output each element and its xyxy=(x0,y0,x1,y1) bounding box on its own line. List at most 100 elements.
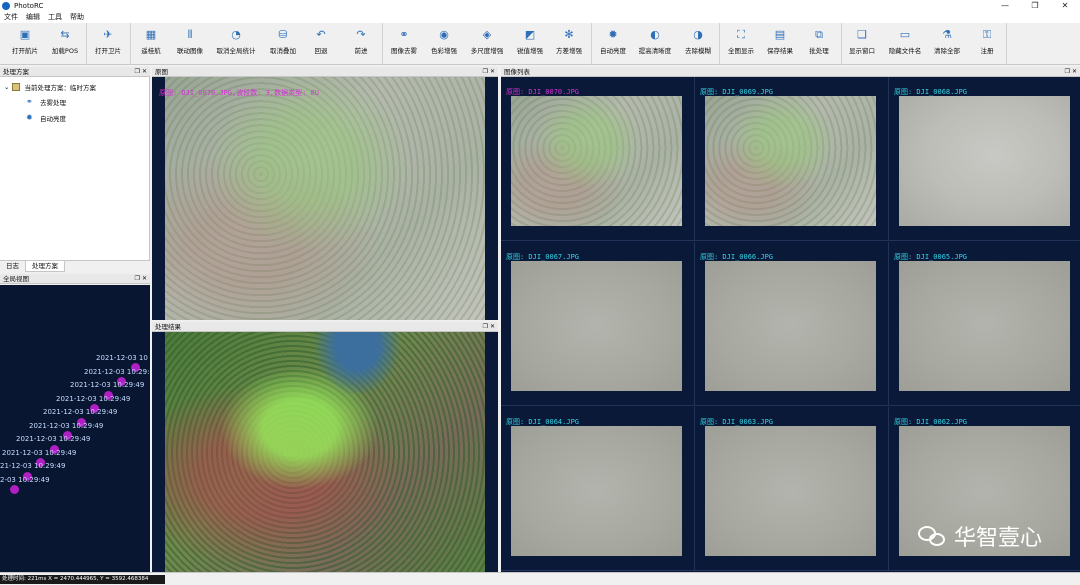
overview-panel-title: 全局视图 xyxy=(3,275,29,283)
clear-all-button[interactable]: ⚗ 清除全部 xyxy=(925,26,969,55)
save-icon: ▤ xyxy=(774,28,786,41)
undo-icon: ↶ xyxy=(316,28,326,41)
menu-tools[interactable]: 工具 xyxy=(44,12,66,23)
list-item[interactable]: 原图: DJI_0063.JPG xyxy=(695,407,889,571)
original-image-view[interactable]: 原图: DJI_0070.JPG,波段数: 3,数据类型: 8U xyxy=(152,77,498,320)
overview-point[interactable] xyxy=(10,485,19,494)
menu-bar: 文件 编辑 工具 帮助 xyxy=(0,12,1080,23)
hide-filename-button[interactable]: ▭ 隐藏文件名 xyxy=(883,26,927,55)
cancel-stats-button[interactable]: ◔ 取消全局统计 xyxy=(214,26,258,55)
deblur-icon: ◑ xyxy=(693,28,703,41)
deblur-button[interactable]: ◑ 去除模糊 xyxy=(676,26,720,55)
clarity-button[interactable]: ◐ 提高清晰度 xyxy=(633,26,677,55)
list-item[interactable]: 原图: DJI_0065.JPG xyxy=(889,242,1080,406)
list-item[interactable]: 原图: DJI_0066.JPG xyxy=(695,242,889,406)
brightness-icon: ✹ xyxy=(26,113,33,122)
open-photo-label: 打开航片 xyxy=(12,47,38,55)
list-panel-title: 图像列表 xyxy=(504,68,530,76)
auto-brightness-button[interactable]: ✹ 自动亮度 xyxy=(591,26,635,55)
wechat-icon xyxy=(917,524,948,548)
redo-button[interactable]: ↷ 前进 xyxy=(339,26,383,55)
panel-float-close-icon[interactable]: ❐ ✕ xyxy=(1065,67,1077,77)
load-pos-button[interactable]: ⇆ 加载POS xyxy=(43,26,87,55)
overview-view[interactable]: 2021-12-03 10 2021-12-03 10:29: 2021-12-… xyxy=(0,285,150,572)
undo-button[interactable]: ↶ 回退 xyxy=(299,26,343,55)
tab-log[interactable]: 日志 xyxy=(0,261,25,272)
panel-float-close-icon[interactable]: ❐ ✕ xyxy=(135,274,147,284)
list-item[interactable]: 原图: DJI_0064.JPG xyxy=(501,407,695,571)
overview-label: 2021-12-03 10:29:49 xyxy=(16,435,91,443)
close-button[interactable]: ✕ xyxy=(1050,0,1080,12)
scheme-icon xyxy=(12,83,21,91)
batch-button[interactable]: ⧉ 批处理 xyxy=(797,26,841,55)
dehaze-label: 图像去雾 xyxy=(391,47,417,55)
menu-file[interactable]: 文件 xyxy=(0,12,22,23)
show-window-button[interactable]: ❏ 显示窗口 xyxy=(840,26,884,55)
list-item[interactable]: 原图: DJI_0069.JPG xyxy=(695,77,889,241)
overview-label: 2021-12-03 10:29:49 xyxy=(29,422,104,430)
list-thumbnail xyxy=(511,426,682,556)
tab-scheme[interactable]: 处理方案 xyxy=(25,261,65,272)
panel-float-close-icon[interactable]: ❐ ✕ xyxy=(135,67,147,77)
minimize-button[interactable]: — xyxy=(990,0,1020,12)
result-image-view[interactable] xyxy=(152,332,498,572)
tree-item-brightness[interactable]: ✹ 自动亮度 xyxy=(26,113,66,124)
collapse-icon[interactable]: ⌄ xyxy=(4,83,9,91)
list-panel-header: 图像列表 ❐ ✕ xyxy=(501,67,1080,77)
list-item[interactable]: 原图: DJI_0068.JPG xyxy=(889,77,1080,241)
variance-button[interactable]: ✻ 方差增强 xyxy=(547,26,591,55)
cancel-stats-icon: ◔ xyxy=(231,28,241,41)
window-icon: ❏ xyxy=(857,28,867,41)
original-panel-title: 原图 xyxy=(155,68,168,76)
list-thumbnail xyxy=(511,96,682,226)
scheme-panel-header: 处理方案 ❐ ✕ xyxy=(0,67,150,77)
register-button[interactable]: ⚿ 注册 xyxy=(965,26,1009,55)
map-button[interactable]: ▦ 遥桂航 xyxy=(129,26,173,55)
dehaze-button[interactable]: ⚭ 图像去雾 xyxy=(382,26,426,55)
satellite-icon: ✈ xyxy=(103,28,113,41)
fit-view-icon: ⛶ xyxy=(737,28,745,41)
dehaze-icon: ⚭ xyxy=(26,97,33,106)
clear-all-label: 清除全部 xyxy=(934,47,960,55)
toolbar: ▣ 打开航片 ⇆ 加载POS ✈ 打开卫片 ▦ 遥桂航 ⫴ 联动图像 ◔ 取消全局统计 ⛁ 取… xyxy=(0,23,1080,65)
panel-float-close-icon[interactable]: ❐ ✕ xyxy=(483,67,495,77)
overview-label: 2021-12-03 10 xyxy=(96,354,148,362)
tree-item-dehaze[interactable]: ⚭ 去雾处理 xyxy=(26,97,66,108)
register-icon: ⚿ xyxy=(982,28,992,41)
sharpen-button[interactable]: ◩ 锐值增强 xyxy=(508,26,552,55)
undo-label: 回退 xyxy=(314,47,328,55)
menu-edit[interactable]: 编辑 xyxy=(22,12,44,23)
overview-label: 2021-12-03 10:29:49 xyxy=(2,449,77,457)
result-panel-header: 处理结果 ❐ ✕ xyxy=(152,322,498,332)
tree-item-label: 去雾处理 xyxy=(40,99,66,107)
link-images-icon: ⫴ xyxy=(187,28,193,41)
menu-help[interactable]: 帮助 xyxy=(66,12,88,23)
list-thumbnail xyxy=(705,426,876,556)
hide-name-icon: ▭ xyxy=(899,28,911,41)
open-satellite-label: 打开卫片 xyxy=(95,47,121,55)
tree-root[interactable]: ⌄ 当前处理方案：临时方案 xyxy=(4,82,96,92)
cancel-stats-label: 取消全局统计 xyxy=(216,47,256,55)
save-result-button[interactable]: ▤ 保存结果 xyxy=(758,26,802,55)
list-item[interactable]: 原图: DJI_0070.JPG xyxy=(501,77,695,241)
tree-item-label: 自动亮度 xyxy=(40,115,66,123)
fit-view-label: 全图显示 xyxy=(728,47,754,55)
list-thumbnail xyxy=(511,261,682,391)
maximize-button[interactable]: ❐ xyxy=(1020,0,1050,12)
map-label: 遥桂航 xyxy=(141,47,161,55)
map-icon: ▦ xyxy=(145,28,157,41)
auto-brightness-icon: ✹ xyxy=(608,28,618,41)
list-item[interactable]: 原图: DJI_0067.JPG xyxy=(501,242,695,406)
multiscale-button[interactable]: ◈ 多尺度增强 xyxy=(465,26,509,55)
scheme-panel-title: 处理方案 xyxy=(3,68,29,76)
open-satellite-button[interactable]: ✈ 打开卫片 xyxy=(86,26,130,55)
panel-float-close-icon[interactable]: ❐ ✕ xyxy=(483,322,495,332)
clarity-icon: ◐ xyxy=(650,28,660,41)
open-photo-button[interactable]: ▣ 打开航片 xyxy=(3,26,47,55)
link-images-button[interactable]: ⫴ 联动图像 xyxy=(168,26,212,55)
color-enhance-button[interactable]: ◉ 色彩增强 xyxy=(422,26,466,55)
load-pos-icon: ⇆ xyxy=(60,28,70,41)
color-enhance-icon: ◉ xyxy=(439,28,449,41)
link-images-label: 联动图像 xyxy=(177,47,203,55)
fit-view-button[interactable]: ⛶ 全图显示 xyxy=(719,26,763,55)
